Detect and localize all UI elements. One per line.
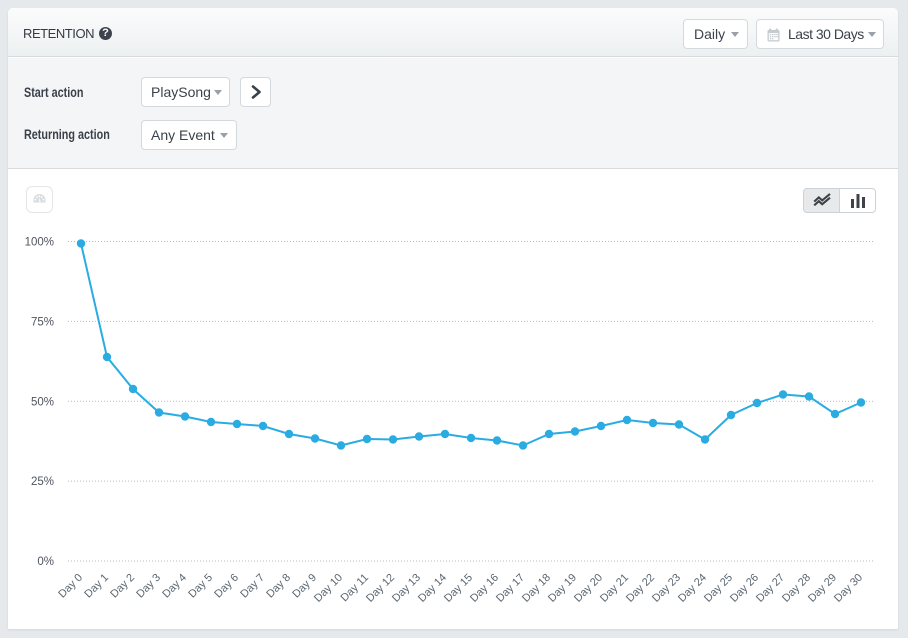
svg-text:Day 4: Day 4 — [160, 572, 189, 601]
svg-text:Day 8: Day 8 — [264, 572, 293, 601]
svg-text:0%: 0% — [37, 556, 54, 568]
svg-text:Day 7: Day 7 — [238, 572, 267, 601]
svg-text:Day 5: Day 5 — [186, 572, 215, 601]
svg-text:Day 0: Day 0 — [56, 572, 85, 601]
svg-text:25%: 25% — [31, 476, 54, 488]
svg-text:Day 30: Day 30 — [832, 572, 865, 605]
svg-text:50%: 50% — [31, 396, 54, 408]
svg-text:Day 1: Day 1 — [82, 572, 111, 601]
svg-text:Day 2: Day 2 — [108, 572, 137, 601]
svg-text:75%: 75% — [31, 316, 54, 328]
svg-text:Day 6: Day 6 — [212, 572, 241, 601]
svg-text:Day 3: Day 3 — [134, 572, 163, 601]
svg-text:100%: 100% — [25, 237, 54, 249]
svg-text:Day 10: Day 10 — [312, 572, 345, 605]
